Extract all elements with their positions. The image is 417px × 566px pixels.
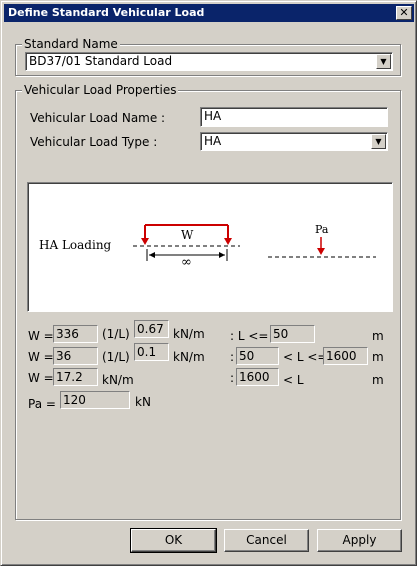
ok-button[interactable]: OK [130,528,217,553]
pa-load-label: Pa [315,223,329,236]
apply-button[interactable]: Apply [317,529,402,552]
row2-colon: : [230,350,235,364]
title-bar[interactable]: Define Standard Vehicular Load ✕ [4,4,414,22]
row3-colon: : [230,371,235,385]
cancel-button[interactable]: Cancel [224,529,309,552]
row2-condition-unit: m [372,350,384,364]
pa-field: 120 [60,391,130,409]
row2-condition-label: < L <= [283,350,328,364]
pa-value: 120 [63,393,86,407]
window-title: Define Standard Vehicular Load [8,6,205,19]
row1-w-value: 336 [56,327,79,341]
row3-w-value: 17.2 [56,370,83,384]
chevron-down-icon: ▼ [380,57,387,66]
standard-name-select[interactable]: BD37/01 Standard Load ▼ [25,52,393,71]
close-button[interactable]: ✕ [396,6,412,20]
row1-l-label: (1/L) [102,327,130,341]
row3-condition-value: 1600 [239,370,270,384]
row3-w-field: 17.2 [53,368,98,386]
row2-upper-bound-field: 1600 [323,347,368,365]
load-type-dropdown-button[interactable]: ▼ [371,134,386,149]
chevron-down-icon: ▼ [375,137,382,146]
close-icon: ✕ [399,6,409,19]
row3-condition-field: 1600 [236,368,279,386]
load-type-label: Vehicular Load Type : [30,135,158,149]
row2-lower-bound-value: 50 [239,349,255,363]
pa-unit: kN [135,395,151,409]
row1-condition-label: : L <= [230,329,269,343]
row3-w-label: W = [28,371,54,385]
row2-exponent-value: 0.1 [137,345,157,359]
row2-w-value: 36 [56,349,72,363]
load-name-value: HA [204,109,222,123]
standard-name-group-label: Standard Name [22,37,120,51]
row2-upper-bound-value: 1600 [326,349,357,363]
row1-condition-value: 50 [273,327,289,341]
load-name-label: Vehicular Load Name : [30,111,166,125]
dialog-window: Define Standard Vehicular Load ✕ Standar… [0,0,417,566]
load-name-input[interactable]: HA [200,107,388,127]
infinity-span-label: ∞ [181,255,192,270]
point-load-arrow-icon [317,237,325,255]
diagram-graphics [133,224,376,261]
row2-lower-bound-field: 50 [236,347,279,365]
properties-group-label: Vehicular Load Properties [22,83,179,97]
load-type-select[interactable]: HA ▼ [200,132,388,151]
row2-unit: kN/m [173,350,205,364]
row2-w-field: 36 [53,347,98,365]
row1-w-field: 336 [53,325,98,343]
standard-name-dropdown-button[interactable]: ▼ [376,54,391,69]
row2-w-label: W = [28,350,54,364]
row2-l-label: (1/L) [102,350,130,364]
row3-condition-unit: m [372,373,384,387]
row3-unit: kN/m [102,373,134,387]
row1-condition-field: 50 [270,325,315,343]
row2-exponent-field: 0.1 [134,343,169,361]
row1-exponent-field: 0.67 [134,320,169,338]
row1-unit: kN/m [173,327,205,341]
row1-w-label: W = [28,329,54,343]
load-type-value: HA [204,134,222,148]
row3-condition-label: < L [283,373,304,387]
standard-name-value: BD37/01 Standard Load [29,54,173,68]
load-diagram: HA Loading W ∞ Pa [27,182,393,312]
pa-label: Pa = [28,397,56,411]
row1-exponent-value: 0.67 [137,322,164,336]
w-load-label: W [181,228,194,242]
row1-condition-unit: m [372,329,384,343]
